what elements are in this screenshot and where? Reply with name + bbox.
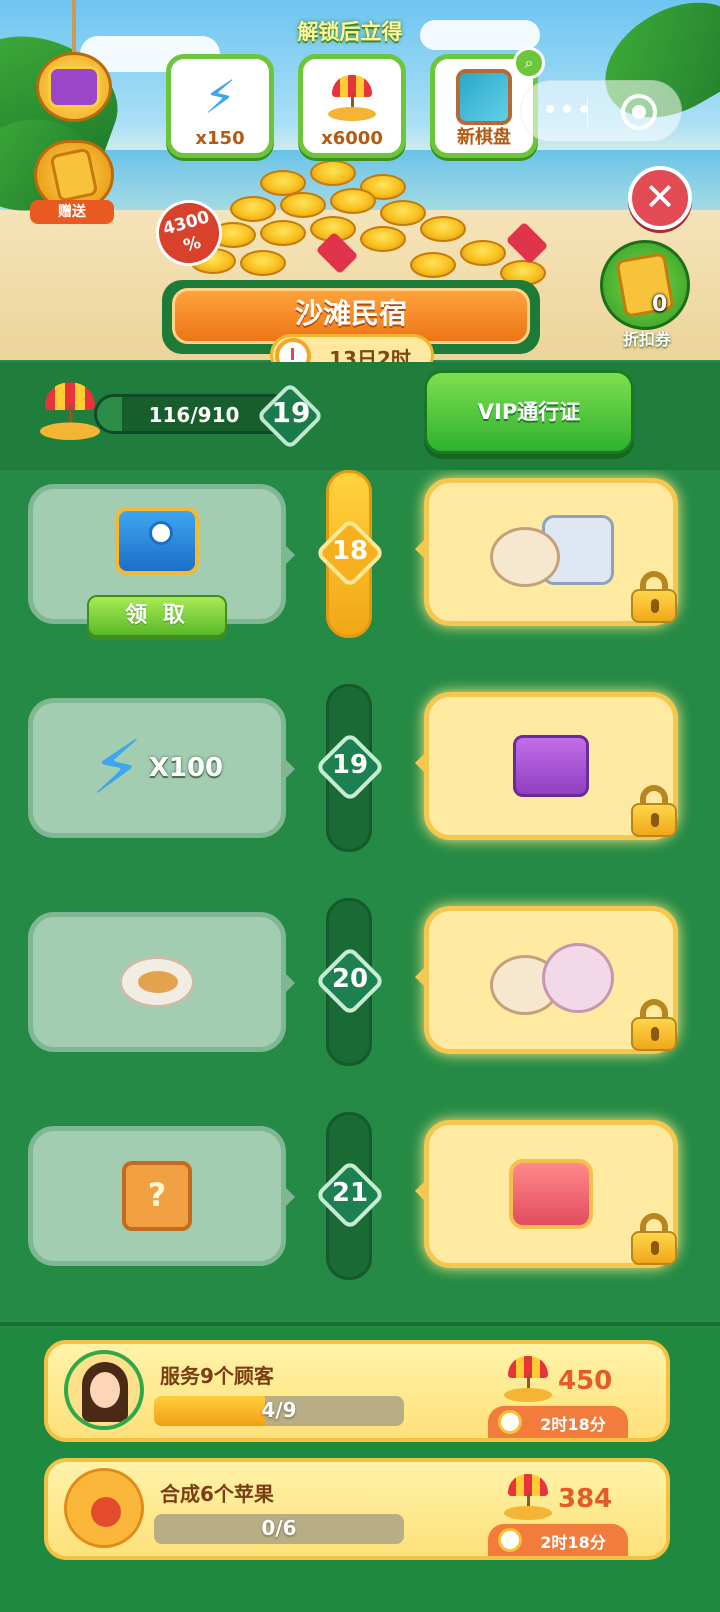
coupon-label[interactable]: 折扣券 bbox=[604, 326, 690, 350]
beach-umbrella-icon bbox=[504, 1472, 554, 1522]
reward-amount: x6000 bbox=[321, 128, 383, 149]
energy-bolt-icon: ⚡ bbox=[203, 70, 237, 124]
task-timer-text: 2时18分 bbox=[540, 1533, 606, 1552]
tier-row: ⚡ X100 19 bbox=[0, 684, 720, 868]
rope bbox=[72, 0, 76, 60]
vip-reward-card[interactable] bbox=[415, 906, 678, 1054]
task-progress-text: 0/6 bbox=[261, 1516, 297, 1540]
beach-umbrella-icon bbox=[504, 1354, 554, 1404]
lock-icon bbox=[631, 1213, 677, 1265]
reward-card-energy[interactable]: ⚡ x150 bbox=[166, 54, 274, 158]
treasure-chest-icon[interactable] bbox=[36, 52, 112, 122]
ruby-gem bbox=[505, 221, 549, 265]
blue-chest-icon bbox=[115, 507, 199, 575]
beach-umbrella-icon bbox=[324, 69, 380, 125]
gift-label[interactable]: 赠送 bbox=[30, 200, 114, 224]
reward-track: 领 取 18 ⚡ X100 19 20 ? 21 bbox=[0, 470, 720, 1320]
task-timer: 2时18分 bbox=[488, 1406, 628, 1438]
vip-reward-card[interactable] bbox=[415, 692, 678, 840]
task-progress-bar: 0/6 bbox=[154, 1514, 404, 1544]
reward-amount: 新棋盘 bbox=[457, 127, 511, 148]
tier-level: 21 bbox=[331, 1178, 369, 1208]
task-reward: 384 bbox=[558, 1484, 613, 1514]
clock-icon bbox=[498, 1410, 522, 1434]
vip-pass-button[interactable]: VIP通行证 bbox=[424, 370, 634, 454]
purple-chest-icon bbox=[513, 735, 589, 797]
food-set-icon bbox=[486, 507, 616, 597]
pass-progress: 116/910 19 VIP通行证 bbox=[0, 362, 720, 470]
free-reward-card[interactable] bbox=[28, 912, 295, 1052]
task-progress-text: 4/9 bbox=[261, 1398, 297, 1422]
clock-icon bbox=[498, 1528, 522, 1552]
red-chest-icon bbox=[509, 1159, 593, 1229]
energy-bolt-icon: ⚡ bbox=[90, 725, 143, 811]
tier-row: ? 21 bbox=[0, 1112, 720, 1296]
task-timer-text: 2时18分 bbox=[540, 1415, 606, 1434]
vip-reward-card[interactable] bbox=[415, 1120, 678, 1268]
task-card[interactable]: 合成6个苹果 0/6 384 2时18分 bbox=[44, 1458, 670, 1560]
reward-amount: X100 bbox=[148, 753, 224, 783]
beach-umbrella-icon bbox=[40, 380, 104, 444]
board-icon bbox=[456, 69, 512, 125]
mystery-box-icon: ? bbox=[122, 1161, 192, 1231]
exit-miniprogram-icon[interactable] bbox=[621, 94, 657, 130]
task-card[interactable]: 服务9个顾客 4/9 450 2时18分 bbox=[44, 1340, 670, 1442]
close-button[interactable]: ✕ bbox=[628, 166, 692, 230]
coupon-count: 0 bbox=[652, 292, 668, 317]
tier-row: 20 bbox=[0, 898, 720, 1082]
dessert-set-icon bbox=[486, 935, 616, 1025]
task-reward: 450 bbox=[558, 1366, 613, 1396]
tier-level: 18 bbox=[331, 536, 369, 566]
food-plate-icon bbox=[119, 956, 195, 1008]
customer-avatar bbox=[64, 1350, 144, 1430]
unlock-title: 解锁后立得 bbox=[297, 20, 403, 44]
task-label: 合成6个苹果 bbox=[160, 1482, 274, 1506]
claim-button[interactable]: 领 取 bbox=[87, 595, 227, 637]
tier-level: 20 bbox=[331, 964, 369, 994]
free-reward-card[interactable]: ⚡ X100 bbox=[28, 698, 295, 838]
lock-icon bbox=[631, 785, 677, 837]
reward-amount: x150 bbox=[195, 128, 245, 149]
task-panel: 服务9个顾客 4/9 450 2时18分 合成6个苹果 0/6 384 2时18… bbox=[0, 1322, 720, 1612]
tier-level: 19 bbox=[331, 750, 369, 780]
claim-label: 领 取 bbox=[125, 603, 189, 628]
search-icon[interactable]: ⌕ bbox=[513, 47, 545, 79]
vip-reward-card[interactable] bbox=[415, 478, 678, 626]
task-label: 服务9个顾客 bbox=[160, 1364, 274, 1388]
task-progress-bar: 4/9 bbox=[154, 1396, 404, 1426]
free-reward-card[interactable]: 领 取 bbox=[28, 484, 295, 637]
free-reward-card[interactable]: ? bbox=[28, 1126, 295, 1266]
current-level: 19 bbox=[271, 396, 311, 429]
lock-icon bbox=[631, 571, 677, 623]
miniprogram-capsule: ••• bbox=[520, 80, 682, 142]
task-timer: 2时18分 bbox=[488, 1524, 628, 1556]
reward-card-coins[interactable]: x6000 bbox=[298, 54, 406, 158]
coupon-icon[interactable] bbox=[600, 240, 690, 330]
lock-icon bbox=[631, 999, 677, 1051]
apple-icon bbox=[64, 1468, 144, 1548]
tier-row: 领 取 18 bbox=[0, 470, 720, 654]
event-title: 沙滩民宿 bbox=[294, 297, 407, 330]
vip-pass-label: VIP通行证 bbox=[477, 400, 581, 424]
